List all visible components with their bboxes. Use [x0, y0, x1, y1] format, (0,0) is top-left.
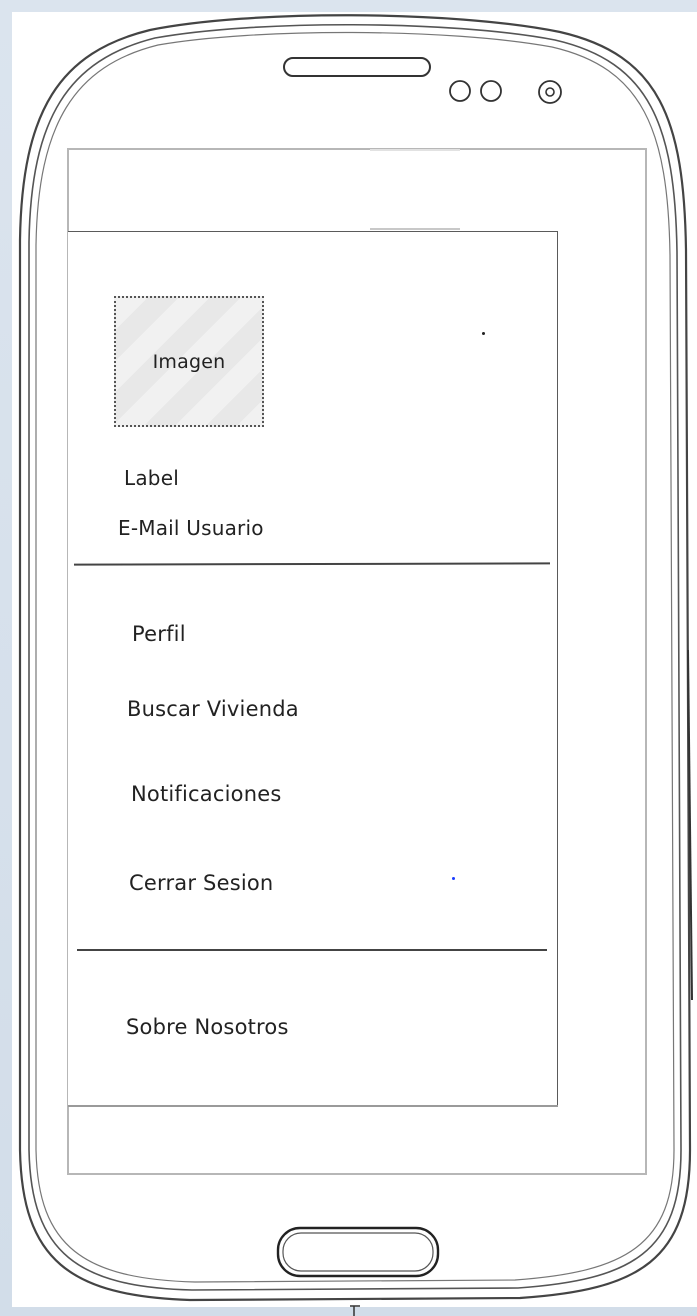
home-button-icon[interactable]	[276, 1226, 440, 1278]
mockup-canvas: Imagen Label E-Mail Usuario Perfil Busca…	[0, 0, 697, 1316]
device-bottom	[276, 1226, 440, 1278]
